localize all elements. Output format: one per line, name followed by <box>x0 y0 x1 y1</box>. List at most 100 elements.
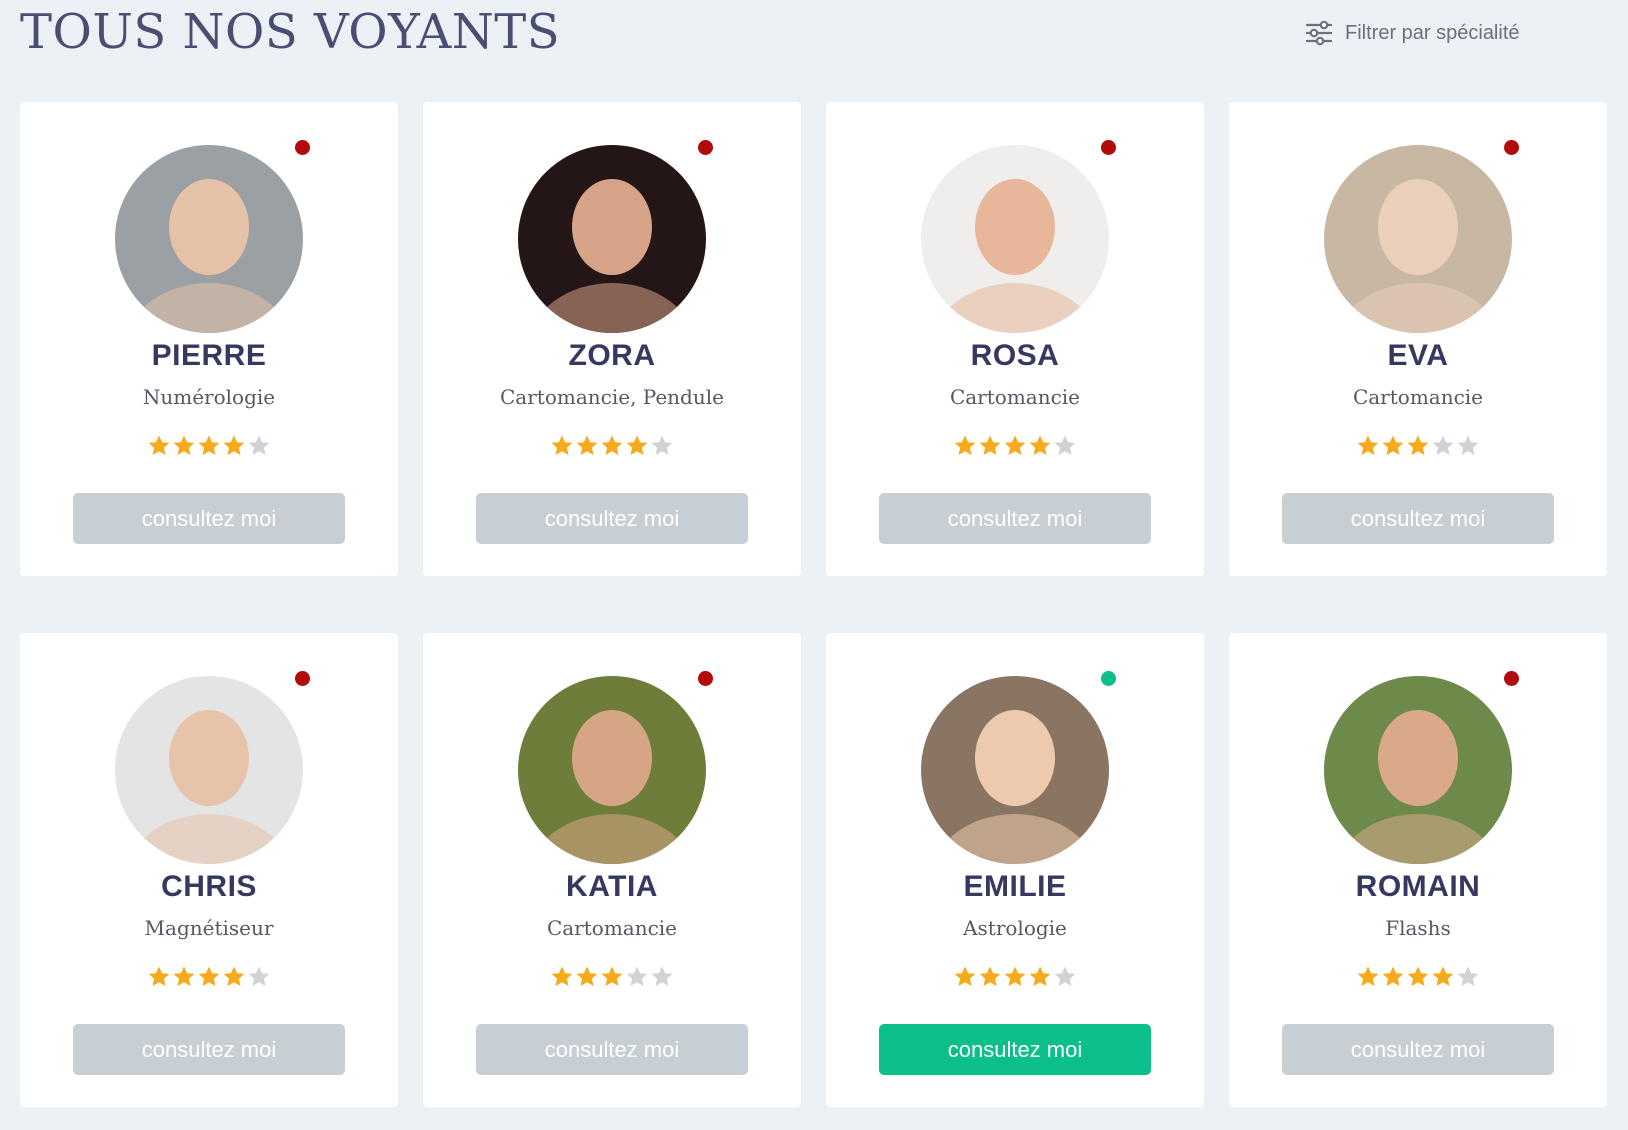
star-filled-icon <box>222 434 246 457</box>
star-rating <box>1229 965 1607 988</box>
star-filled-icon <box>147 434 171 457</box>
consult-button[interactable]: consultez moi <box>476 493 748 544</box>
star-rating <box>20 434 398 457</box>
avatar-container <box>1324 145 1512 333</box>
seer-name: EVA <box>1387 339 1449 372</box>
avatar[interactable] <box>518 676 706 864</box>
star-filled-icon <box>575 965 599 988</box>
avatar-container <box>115 145 303 333</box>
star-filled-icon <box>1356 434 1380 457</box>
star-rating <box>826 434 1204 457</box>
seer-specialty: Astrologie <box>963 916 1067 940</box>
avatar-container <box>1324 676 1512 864</box>
seer-card[interactable]: EVA Cartomancie consultez moi <box>1229 102 1607 576</box>
star-filled-icon <box>147 965 171 988</box>
seer-specialty: Cartomancie, Pendule <box>500 385 724 409</box>
filter-label: Filtrer par spécialité <box>1345 21 1520 44</box>
avatar[interactable] <box>518 145 706 333</box>
consult-button[interactable]: consultez moi <box>879 1024 1151 1075</box>
consult-button[interactable]: consultez moi <box>73 493 345 544</box>
avatar-container <box>921 676 1109 864</box>
avatar[interactable] <box>921 676 1109 864</box>
seer-card[interactable]: ZORA Cartomancie, Pendule consultez moi <box>423 102 801 576</box>
star-filled-icon <box>978 434 1002 457</box>
star-filled-icon <box>1406 434 1430 457</box>
star-rating <box>423 434 801 457</box>
avatar[interactable] <box>115 145 303 333</box>
sliders-icon <box>1305 20 1333 46</box>
star-empty-icon <box>650 434 674 457</box>
page-title: TOUS NOS VOYANTS <box>20 4 561 60</box>
seer-card[interactable]: ROMAIN Flashs consultez moi <box>1229 633 1607 1107</box>
star-filled-icon <box>1028 965 1052 988</box>
star-filled-icon <box>575 434 599 457</box>
star-filled-icon <box>1381 965 1405 988</box>
star-empty-icon <box>1431 434 1455 457</box>
seer-card[interactable]: CHRIS Magnétiseur consultez moi <box>20 633 398 1107</box>
avatar[interactable] <box>921 145 1109 333</box>
star-filled-icon <box>1406 965 1430 988</box>
consult-button[interactable]: consultez moi <box>1282 1024 1554 1075</box>
seer-name: ZORA <box>568 339 656 372</box>
star-filled-icon <box>625 434 649 457</box>
seer-card[interactable]: EMILIE Astrologie consultez moi <box>826 633 1204 1107</box>
seer-specialty: Cartomancie <box>949 385 1081 409</box>
star-filled-icon <box>600 434 624 457</box>
seer-specialty: Cartomancie <box>1352 385 1484 409</box>
seer-specialty: Flashs <box>1385 916 1451 940</box>
star-filled-icon <box>1003 965 1027 988</box>
seer-card[interactable]: KATIA Cartomancie consultez moi <box>423 633 801 1107</box>
star-empty-icon <box>1456 434 1480 457</box>
seer-name: CHRIS <box>161 870 257 903</box>
seer-card[interactable]: ROSA Cartomancie consultez moi <box>826 102 1204 576</box>
star-empty-icon <box>1456 965 1480 988</box>
seer-specialty: Cartomancie <box>546 916 678 940</box>
star-empty-icon <box>625 965 649 988</box>
seer-name: KATIA <box>566 870 658 903</box>
star-filled-icon <box>953 434 977 457</box>
avatar-container <box>115 676 303 864</box>
consult-button[interactable]: consultez moi <box>476 1024 748 1075</box>
seer-name: PIERRE <box>151 339 267 372</box>
seer-name: ROMAIN <box>1355 870 1481 903</box>
star-filled-icon <box>1356 965 1380 988</box>
star-filled-icon <box>978 965 1002 988</box>
star-filled-icon <box>550 434 574 457</box>
star-empty-icon <box>247 965 271 988</box>
star-empty-icon <box>1053 434 1077 457</box>
avatar-container <box>921 145 1109 333</box>
star-filled-icon <box>197 965 221 988</box>
star-filled-icon <box>1028 434 1052 457</box>
star-rating <box>826 965 1204 988</box>
star-filled-icon <box>172 434 196 457</box>
star-rating <box>1229 434 1607 457</box>
avatar-container <box>518 676 706 864</box>
star-filled-icon <box>222 965 246 988</box>
star-filled-icon <box>600 965 624 988</box>
star-filled-icon <box>197 434 221 457</box>
star-empty-icon <box>650 965 674 988</box>
star-empty-icon <box>1053 965 1077 988</box>
seer-name: EMILIE <box>963 870 1067 903</box>
star-filled-icon <box>550 965 574 988</box>
star-filled-icon <box>1003 434 1027 457</box>
avatar-container <box>518 145 706 333</box>
star-filled-icon <box>1431 965 1455 988</box>
seer-card[interactable]: PIERRE Numérologie consultez moi <box>20 102 398 576</box>
avatar[interactable] <box>1324 676 1512 864</box>
seer-specialty: Numérologie <box>142 385 276 409</box>
consult-button[interactable]: consultez moi <box>879 493 1151 544</box>
star-filled-icon <box>1381 434 1405 457</box>
avatar[interactable] <box>115 676 303 864</box>
filter-by-specialty-button[interactable]: Filtrer par spécialité <box>1305 20 1520 46</box>
seer-name: ROSA <box>970 339 1060 372</box>
avatar[interactable] <box>1324 145 1512 333</box>
star-filled-icon <box>953 965 977 988</box>
consult-button[interactable]: consultez moi <box>73 1024 345 1075</box>
star-empty-icon <box>247 434 271 457</box>
star-rating <box>423 965 801 988</box>
star-rating <box>20 965 398 988</box>
star-filled-icon <box>172 965 196 988</box>
seer-specialty: Magnétiseur <box>144 916 274 940</box>
consult-button[interactable]: consultez moi <box>1282 493 1554 544</box>
